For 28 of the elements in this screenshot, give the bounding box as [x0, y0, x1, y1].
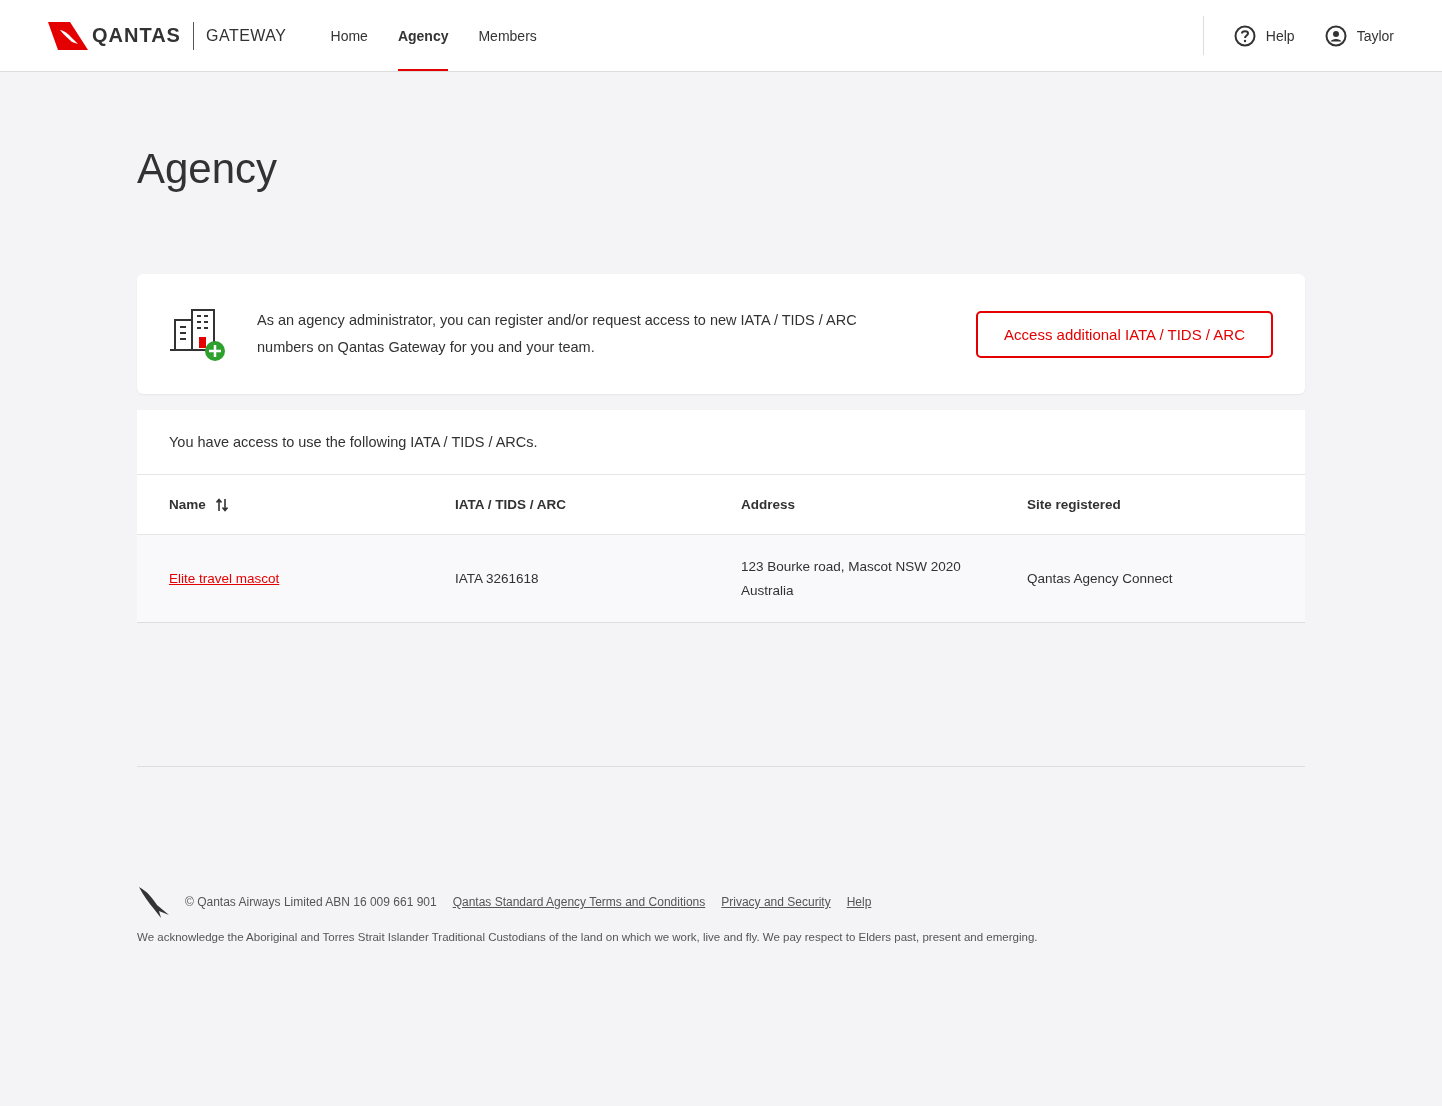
nav-tab[interactable]: Agency [397, 2, 449, 71]
footer-link[interactable]: Privacy and Security [721, 895, 831, 909]
column-header: Address [741, 497, 796, 512]
table-cell: 123 Bourke road, Mascot NSW 2020 Australia [741, 558, 961, 598]
acknowledgement-text: We acknowledge the Aboriginal and Torres Strait Islander Traditional Custodians of the land on which we work, live and fly. We pay respect to Elders past, present and emerging. [137, 931, 1039, 943]
help-icon [1233, 24, 1256, 47]
table-cell: IATA 3261618 [455, 570, 539, 586]
nav-tab[interactable]: Members [478, 2, 537, 71]
building-add-icon [169, 306, 227, 362]
sort-icon[interactable] [215, 497, 228, 512]
brand-wordmark: QANTAS [92, 24, 181, 47]
page-title: Agency [137, 144, 279, 194]
access-additional-button[interactable]: Access additional IATA / TIDS / ARC [976, 310, 1273, 358]
column-header: Site registered [1027, 497, 1121, 512]
column-header: IATA / TIDS / ARC [455, 497, 566, 512]
notice-text: As an agency administrator, you can register and/or request access to new IATA / TIDS / ARC numbers on Qantas Gateway for you and your team. [257, 311, 858, 357]
footer-link[interactable]: Help [846, 895, 872, 909]
footer-link[interactable]: Qantas Standard Agency Terms and Conditions [452, 895, 706, 909]
column-header: Name [169, 497, 206, 512]
table-intro: You have access to use the following IATA / TIDS / ARCs. [137, 410, 1305, 475]
nav-tab[interactable]: Home [330, 2, 368, 71]
table-cell: Qantas Agency Connect [1027, 570, 1173, 586]
product-name: GATEWAY [205, 26, 287, 45]
copyright-text: © Qantas Airways Limited ABN 16 009 661 901 [185, 895, 437, 909]
user-menu[interactable]: Taylor [1324, 24, 1394, 47]
help-link[interactable]: Help [1233, 24, 1295, 47]
user-icon [1324, 24, 1347, 47]
agency-link[interactable]: Elite travel mascot [169, 570, 280, 586]
